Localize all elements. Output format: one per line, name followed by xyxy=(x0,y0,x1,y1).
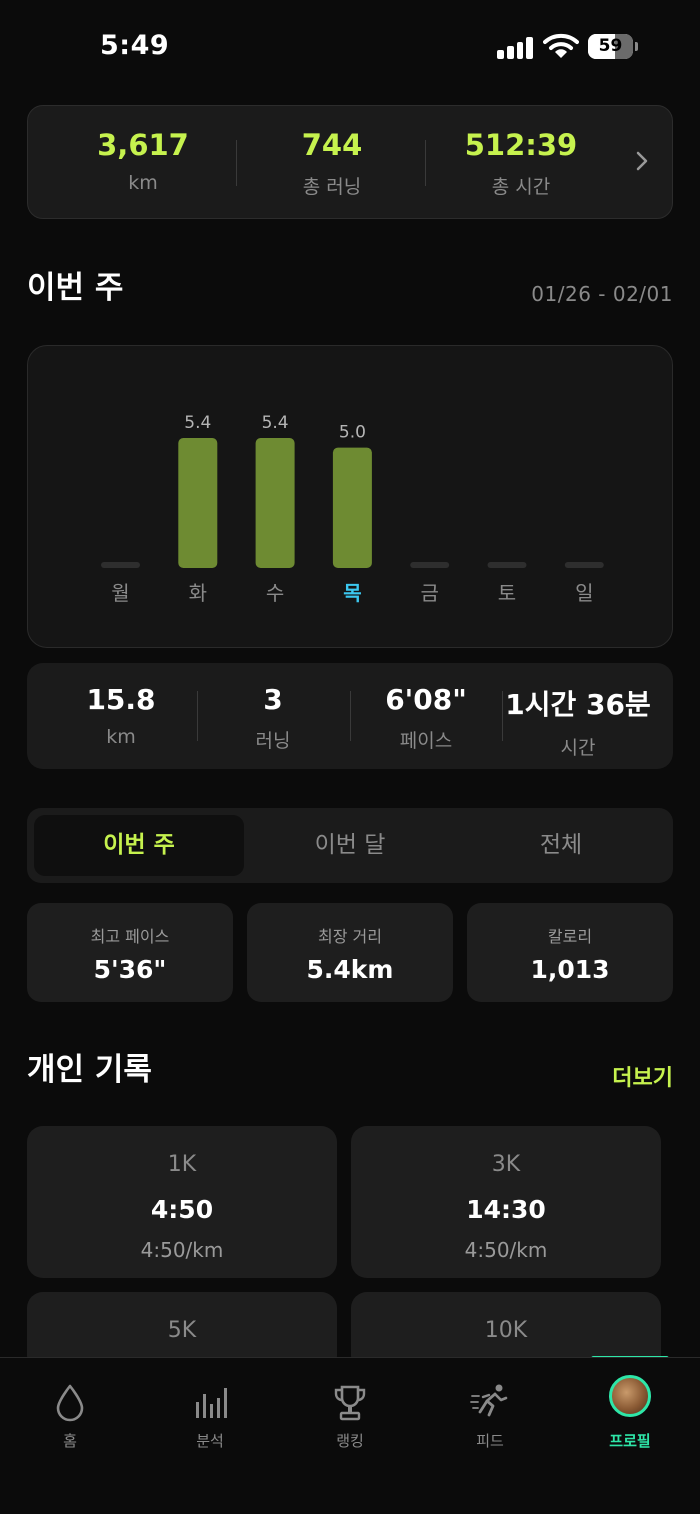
weekly-distance-chart: 월 5.4 화 5.4 수 5.0 목 금 토 일 xyxy=(27,345,673,648)
best-pace-value: 5'36" xyxy=(93,955,167,984)
period-segmented-control: 이번 주 이번 달 전체 xyxy=(27,808,673,883)
tab-feed[interactable]: 피드 xyxy=(420,1358,560,1468)
record-time: 4:50 xyxy=(150,1195,214,1224)
tab-profile-label: 프로필 xyxy=(609,1432,651,1450)
longest-distance-value: 5.4km xyxy=(306,955,394,984)
longest-distance-label: 최장 거리 xyxy=(318,927,382,946)
bar-value-label: 5.4 xyxy=(262,413,289,433)
calories-value: 1,013 xyxy=(530,955,610,984)
tab-feed-label: 피드 xyxy=(476,1432,504,1450)
week-pace: 6'08" 페이스 xyxy=(350,683,502,753)
record-distance: 3K xyxy=(491,1152,521,1177)
week-distance: 15.8 km xyxy=(45,683,197,748)
day-label: 목 xyxy=(343,581,361,605)
total-runs-label: 총 러닝 xyxy=(302,176,362,198)
record-card-3k[interactable]: 3K 14:30 4:50/km xyxy=(351,1126,661,1278)
week-runs-label: 러닝 xyxy=(255,730,291,752)
bar-수 xyxy=(255,438,295,568)
tab-analysis-label: 분석 xyxy=(196,1432,224,1450)
segment-all[interactable]: 전체 xyxy=(456,808,666,883)
week-distance-value: 15.8 xyxy=(86,683,156,716)
best-pace-label: 최고 페이스 xyxy=(90,927,170,946)
bar-일 xyxy=(564,562,604,568)
day-label: 월 xyxy=(111,581,129,605)
record-distance: 5K xyxy=(167,1318,197,1343)
date-range: 01/26 - 02/01 xyxy=(531,282,673,306)
status-time: 5:49 xyxy=(100,30,170,61)
total-time-value: 512:39 xyxy=(464,128,578,162)
bar-토 xyxy=(487,562,527,568)
bar-금 xyxy=(410,562,450,568)
record-pace: 4:50/km xyxy=(140,1238,224,1262)
week-runs: 3 러닝 xyxy=(197,683,349,753)
best-pace-tile: 최고 페이스 5'36" xyxy=(27,903,233,1002)
bottom-tab-bar: 홈 분석 랭킹 피드 프로필 xyxy=(0,1357,700,1514)
week-pace-label: 페이스 xyxy=(399,730,453,752)
calories-label: 칼로리 xyxy=(547,927,593,946)
wifi-icon xyxy=(543,33,579,58)
week-runs-value: 3 xyxy=(263,683,283,716)
tab-ranking[interactable]: 랭킹 xyxy=(280,1358,420,1468)
status-bar: 5:49 59 xyxy=(0,0,700,90)
bar-목 xyxy=(332,447,372,568)
day-label: 토 xyxy=(498,581,516,605)
record-distance: 10K xyxy=(484,1318,528,1343)
drop-icon xyxy=(56,1384,84,1422)
weekly-stats-card: 15.8 km 3 러닝 6'08" 페이스 1시간 36분 시간 xyxy=(27,663,673,769)
total-time: 512:39 총 시간 xyxy=(426,128,616,199)
runner-icon xyxy=(470,1384,508,1417)
week-time: 1시간 36분 시간 xyxy=(502,683,654,760)
week-distance-label: km xyxy=(106,726,136,748)
bar-value-label: 5.4 xyxy=(184,413,211,433)
bar-chart-icon xyxy=(196,1388,227,1418)
calories-tile: 칼로리 1,013 xyxy=(467,903,673,1002)
tab-profile[interactable]: 프로필 xyxy=(560,1358,700,1468)
bar-월 xyxy=(101,562,140,568)
tab-home[interactable]: 홈 xyxy=(0,1358,140,1468)
day-label: 금 xyxy=(420,581,438,605)
record-card-1k[interactable]: 1K 4:50 4:50/km xyxy=(27,1126,337,1278)
record-pace: 4:50/km xyxy=(464,1238,548,1262)
tab-ranking-label: 랭킹 xyxy=(336,1432,364,1450)
lifetime-totals-card[interactable]: 3,617 km 744 총 러닝 512:39 총 시간 xyxy=(27,105,673,219)
bar-value-label: 5.0 xyxy=(339,423,366,443)
record-time: 14:30 xyxy=(466,1195,546,1224)
cellular-signal-icon xyxy=(497,37,533,59)
weekly-bar-chart: 월 5.4 화 5.4 수 5.0 목 금 토 일 xyxy=(101,413,604,605)
day-label: 일 xyxy=(575,581,593,605)
personal-records-title: 개인 기록 xyxy=(27,1052,152,1088)
tab-analysis[interactable]: 분석 xyxy=(140,1358,280,1468)
record-distance: 1K xyxy=(167,1152,197,1177)
avatar xyxy=(609,1375,651,1417)
total-distance-value: 3,617 xyxy=(97,128,189,162)
longest-distance-tile: 최장 거리 5.4km xyxy=(247,903,453,1002)
week-time-label: 시간 xyxy=(560,737,596,759)
total-time-label: 총 시간 xyxy=(491,176,551,198)
bar-화 xyxy=(178,438,218,568)
week-time-value: 1시간 36분 xyxy=(505,688,651,721)
segment-this-month[interactable]: 이번 달 xyxy=(245,808,455,883)
battery-level: 59 xyxy=(598,36,623,56)
trophy-icon xyxy=(334,1385,366,1421)
segment-this-week[interactable]: 이번 주 xyxy=(34,808,244,883)
total-runs-value: 744 xyxy=(301,128,363,162)
total-distance: 3,617 km xyxy=(48,128,238,194)
chevron-right-icon[interactable] xyxy=(635,150,649,172)
this-week-title: 이번 주 xyxy=(27,270,124,306)
total-runs: 744 총 러닝 xyxy=(237,128,427,199)
total-distance-label: km xyxy=(128,172,158,194)
week-pace-value: 6'08" xyxy=(385,683,467,716)
day-label: 화 xyxy=(189,581,207,605)
more-records-link[interactable]: 더보기 xyxy=(612,1060,673,1092)
day-label: 수 xyxy=(266,581,284,605)
tab-home-label: 홈 xyxy=(63,1432,77,1450)
battery-icon: 59 xyxy=(588,34,638,59)
